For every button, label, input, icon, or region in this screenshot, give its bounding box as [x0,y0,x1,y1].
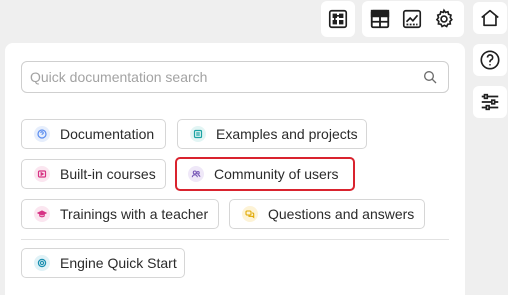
search-box [21,61,449,93]
community-link[interactable]: Community of users [175,157,355,191]
table-layout-icon [370,9,390,29]
settings-button[interactable] [430,5,458,33]
home-icon [481,9,499,27]
qa-label: Questions and answers [268,206,415,222]
help-panel-screen: Documentation Examples and projects Buil… [0,0,508,295]
documentation-link[interactable]: Documentation [21,119,166,149]
toolbar-group-left [321,1,355,37]
help-button[interactable] [473,44,507,76]
question-circle-icon [34,126,50,142]
chart-icon [402,9,422,29]
chat-bubbles-icon [242,206,258,222]
courses-label: Built-in courses [60,166,156,182]
quickstart-link[interactable]: Engine Quick Start [21,248,185,278]
documentation-panel: Documentation Examples and projects Buil… [5,43,465,295]
document-icon [190,126,206,142]
scheme-icon [328,9,348,29]
trainings-link[interactable]: Trainings with a teacher [21,199,219,229]
community-label: Community of users [214,166,339,182]
chart-button[interactable] [398,5,426,33]
help-icon [480,50,500,70]
filters-button[interactable] [473,86,507,118]
qa-link[interactable]: Questions and answers [229,199,425,229]
toolbar-group-right [362,1,464,37]
section-divider [21,239,449,240]
course-icon [34,166,50,182]
home-button[interactable] [473,2,507,34]
documentation-label: Documentation [60,126,155,142]
examples-label: Examples and projects [216,126,358,142]
courses-link[interactable]: Built-in courses [21,159,166,189]
graduation-cap-icon [34,206,50,222]
quickstart-label: Engine Quick Start [60,255,177,271]
engine-icon [34,255,50,271]
examples-link[interactable]: Examples and projects [177,119,367,149]
sliders-icon [481,93,499,111]
search-icon[interactable] [422,69,438,85]
search-input[interactable] [30,62,410,92]
gear-icon [435,8,453,28]
table-layout-button[interactable] [366,5,394,33]
users-icon [188,166,204,182]
trainings-label: Trainings with a teacher [60,206,209,222]
scheme-button[interactable] [324,5,352,33]
